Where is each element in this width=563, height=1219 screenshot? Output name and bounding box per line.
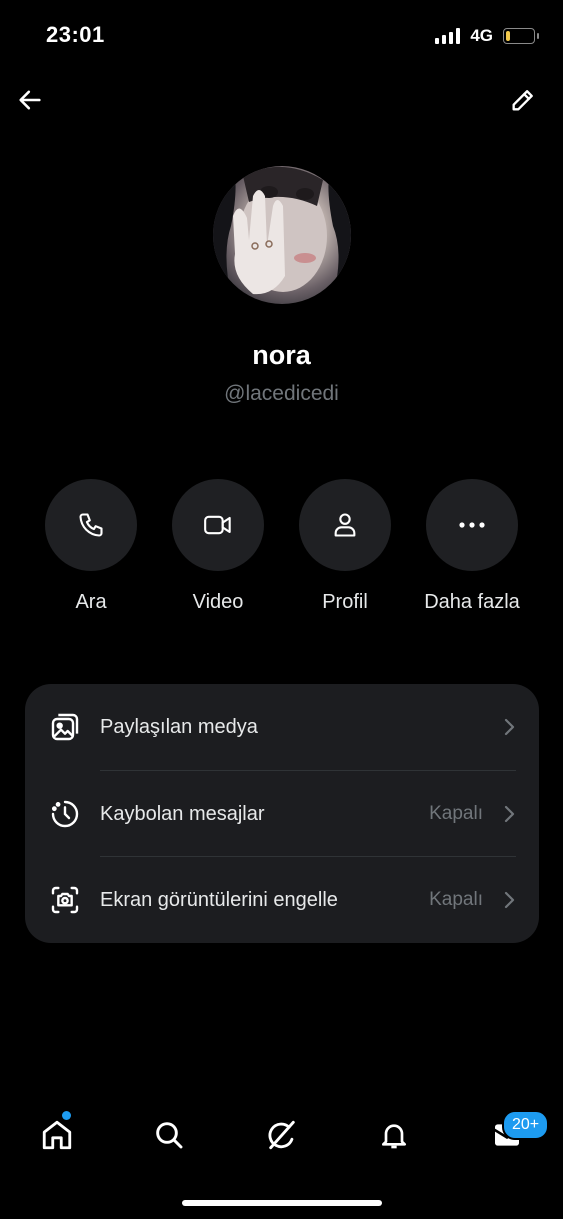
tab-grok[interactable] xyxy=(257,1110,307,1160)
home-notification-dot xyxy=(62,1111,71,1120)
user-handle: @lacedicedi xyxy=(224,382,339,405)
status-indicators: 4G xyxy=(435,26,539,46)
chevron-right-icon xyxy=(501,890,517,910)
settings-row-label: Kaybolan mesajlar xyxy=(100,802,265,825)
screenshot-camera-icon xyxy=(47,882,83,918)
tab-home[interactable] xyxy=(32,1110,82,1160)
action-profile[interactable]: Profil xyxy=(285,479,405,614)
settings-row-value: Kapalı xyxy=(429,803,483,824)
grok-icon xyxy=(268,1120,295,1150)
settings-row-label: Ekran görüntülerini engelle xyxy=(100,888,338,911)
media-gallery-icon xyxy=(47,709,83,745)
bell-icon xyxy=(382,1124,406,1149)
person-icon xyxy=(334,513,356,537)
settings-row-label: Paylaşılan medya xyxy=(100,715,258,738)
action-more[interactable]: Daha fazla xyxy=(412,479,532,614)
settings-row-shared-media[interactable]: Paylaşılan medya xyxy=(25,684,539,770)
arrow-left-icon xyxy=(19,90,41,110)
chevron-right-icon xyxy=(501,804,517,824)
profile-button[interactable] xyxy=(299,479,391,571)
action-label: Daha fazla xyxy=(424,591,520,613)
action-video[interactable]: Video xyxy=(158,479,278,614)
action-label: Profil xyxy=(322,591,368,613)
status-time: 23:01 xyxy=(46,22,105,47)
messages-count-badge: 20+ xyxy=(502,1110,550,1140)
home-indicator xyxy=(182,1200,382,1206)
settings-card: Paylaşılan medya Kaybolan mesajlar Kapal… xyxy=(25,684,539,943)
chevron-right-icon xyxy=(501,717,517,737)
pencil-icon xyxy=(512,90,533,111)
action-label: Ara xyxy=(75,591,107,613)
phone-icon xyxy=(79,513,103,537)
call-button[interactable] xyxy=(45,479,137,571)
tab-search[interactable] xyxy=(144,1110,194,1160)
home-icon xyxy=(42,1120,72,1150)
action-label: Video xyxy=(192,591,244,613)
battery-level xyxy=(506,31,510,41)
more-dots-icon xyxy=(459,522,485,528)
more-button[interactable] xyxy=(426,479,518,571)
display-name: nora xyxy=(252,340,311,370)
video-button[interactable] xyxy=(172,479,264,571)
settings-row-disappearing-messages[interactable]: Kaybolan mesajlar Kapalı xyxy=(25,771,539,857)
timer-clock-icon xyxy=(47,796,83,832)
signal-icon xyxy=(435,28,461,44)
video-camera-icon xyxy=(204,515,231,535)
action-call[interactable]: Ara xyxy=(31,479,151,614)
settings-row-block-screenshots[interactable]: Ekran görüntülerini engelle Kapalı xyxy=(25,857,539,943)
search-icon xyxy=(156,1122,183,1149)
battery-icon xyxy=(503,28,539,44)
avatar[interactable] xyxy=(213,166,351,304)
settings-row-value: Kapalı xyxy=(429,889,483,910)
edit-button[interactable] xyxy=(505,82,541,118)
tab-notifications[interactable] xyxy=(369,1110,419,1160)
avatar-photo xyxy=(213,166,351,304)
network-type: 4G xyxy=(470,26,493,45)
back-button[interactable] xyxy=(12,82,48,118)
